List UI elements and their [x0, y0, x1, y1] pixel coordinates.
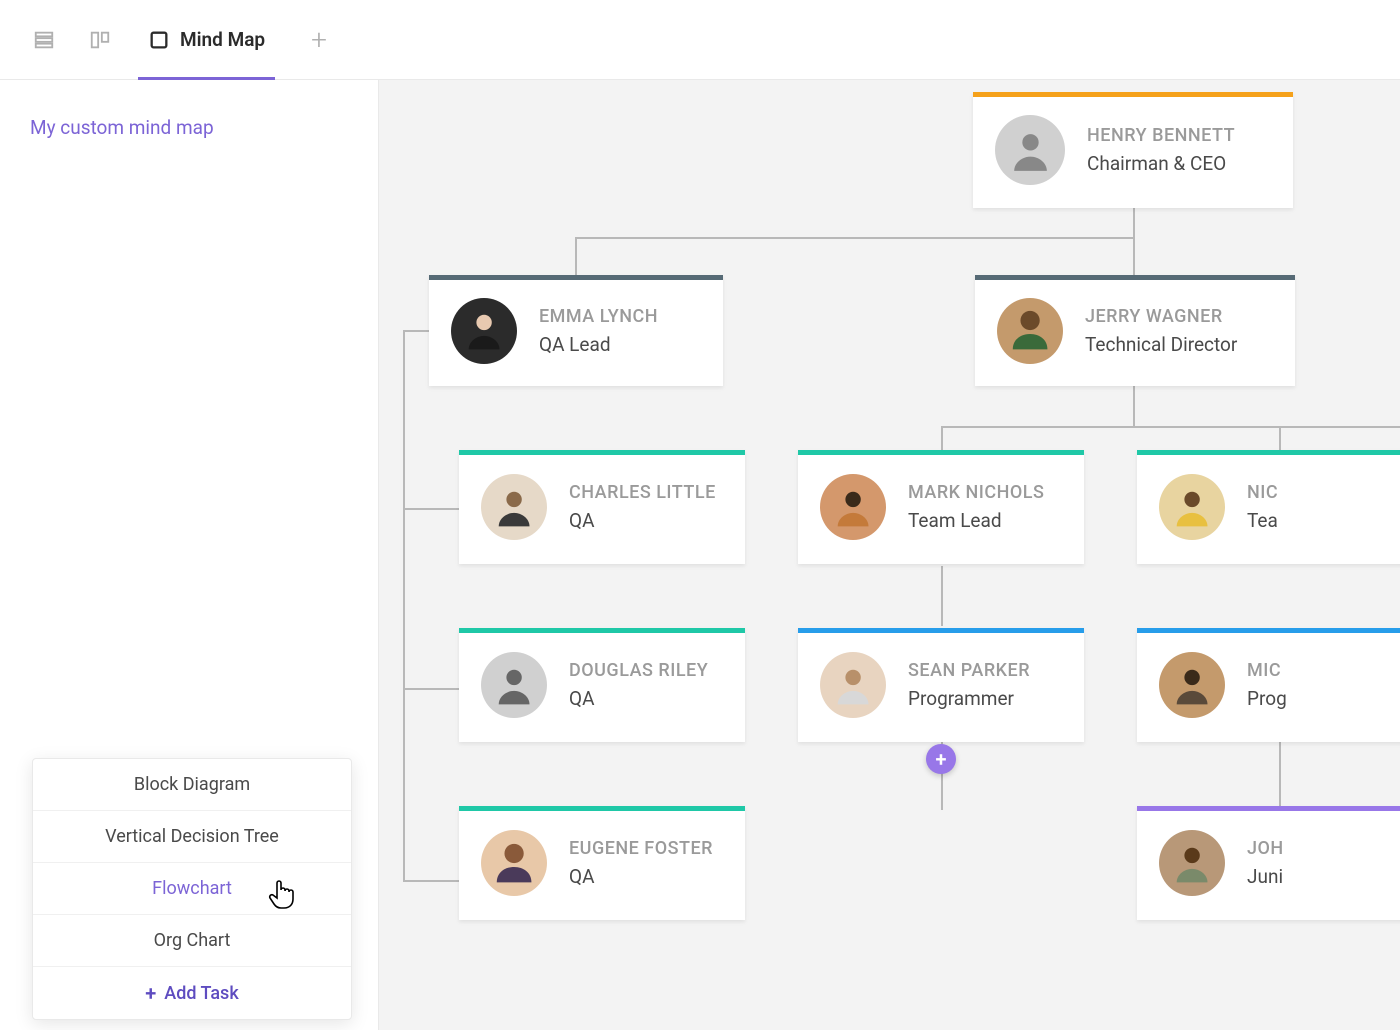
person-name: MIC — [1247, 660, 1287, 681]
org-card-qa-3[interactable]: EUGENE FOSTER QA — [459, 806, 745, 920]
person-role: Programmer — [908, 687, 1030, 710]
list-view-icon[interactable] — [30, 26, 58, 54]
card-accent — [459, 806, 745, 811]
person-name: HENRY BENNETT — [1087, 125, 1235, 146]
person-name: EMMA LYNCH — [539, 306, 658, 327]
add-tab-button[interactable]: + — [311, 23, 327, 56]
avatar — [1159, 474, 1225, 540]
board-view-icon[interactable] — [86, 26, 114, 54]
connector — [403, 330, 431, 332]
connector — [941, 426, 1400, 428]
card-accent — [459, 628, 745, 633]
avatar — [481, 474, 547, 540]
card-accent — [429, 275, 723, 280]
connector — [575, 237, 577, 275]
avatar — [820, 474, 886, 540]
person-role: Prog — [1247, 687, 1287, 710]
person-name: SEAN PARKER — [908, 660, 1030, 681]
org-chart-canvas[interactable]: HENRY BENNETT Chairman & CEO EMMA LYNCH … — [379, 80, 1400, 1030]
card-text: CHARLES LITTLE QA — [569, 482, 716, 532]
connector — [403, 880, 461, 882]
org-card-team-lead-2[interactable]: NIC Tea — [1137, 450, 1400, 564]
card-text: MIC Prog — [1247, 660, 1287, 710]
person-name: JERRY WAGNER — [1085, 306, 1237, 327]
avatar — [451, 298, 517, 364]
avatar — [820, 652, 886, 718]
person-role: QA — [569, 509, 716, 532]
plus-icon: + — [145, 981, 156, 1005]
avatar — [481, 652, 547, 718]
person-name: EUGENE FOSTER — [569, 838, 713, 859]
connector — [1133, 206, 1135, 239]
connector — [403, 688, 461, 690]
card-accent — [975, 275, 1295, 280]
connector — [941, 426, 943, 452]
card-text: HENRY BENNETT Chairman & CEO — [1087, 125, 1235, 175]
menu-item-flowchart[interactable]: Flowchart — [33, 863, 351, 915]
person-role: Team Lead — [908, 509, 1044, 532]
card-accent — [459, 450, 745, 455]
person-role: Tea — [1247, 509, 1278, 532]
card-text: MARK NICHOLS Team Lead — [908, 482, 1044, 532]
tab-label: Mind Map — [180, 28, 265, 51]
person-name: JOH — [1247, 838, 1284, 859]
tab-mindmap[interactable]: Mind Map — [142, 0, 271, 80]
topbar: Mind Map + — [0, 0, 1400, 80]
person-name: CHARLES LITTLE — [569, 482, 716, 503]
card-text: JERRY WAGNER Technical Director — [1085, 306, 1237, 356]
org-card-qa-1[interactable]: CHARLES LITTLE QA — [459, 450, 745, 564]
avatar — [481, 830, 547, 896]
card-text: EMMA LYNCH QA Lead — [539, 306, 658, 356]
person-name: NIC — [1247, 482, 1278, 503]
add-task-button[interactable]: + Add Task — [33, 967, 351, 1019]
org-card-tech-director[interactable]: JERRY WAGNER Technical Director — [975, 275, 1295, 386]
connector — [403, 330, 405, 882]
card-accent — [798, 450, 1084, 455]
card-accent — [973, 92, 1293, 97]
org-card-qa-lead[interactable]: EMMA LYNCH QA Lead — [429, 275, 723, 386]
menu-item-block-diagram[interactable]: Block Diagram — [33, 759, 351, 811]
connector — [575, 237, 1135, 239]
org-card-qa-2[interactable]: DOUGLAS RILEY QA — [459, 628, 745, 742]
add-node-button[interactable]: + — [926, 744, 956, 774]
page-title: My custom mind map — [30, 116, 348, 139]
avatar — [997, 298, 1063, 364]
add-task-label: Add Task — [164, 983, 238, 1004]
task-menu-popup: Block Diagram Vertical Decision Tree Flo… — [32, 758, 352, 1020]
card-accent — [798, 628, 1084, 633]
card-text: JOH Juni — [1247, 838, 1284, 888]
connector — [1279, 426, 1281, 452]
connector — [1133, 237, 1135, 275]
card-text: SEAN PARKER Programmer — [908, 660, 1030, 710]
card-text: DOUGLAS RILEY QA — [569, 660, 708, 710]
connector — [403, 508, 461, 510]
org-card-ceo[interactable]: HENRY BENNETT Chairman & CEO — [973, 92, 1293, 208]
avatar — [1159, 830, 1225, 896]
person-role: QA — [569, 687, 708, 710]
person-name: MARK NICHOLS — [908, 482, 1044, 503]
card-text: NIC Tea — [1247, 482, 1278, 532]
connector — [1133, 386, 1135, 428]
avatar — [1159, 652, 1225, 718]
org-card-programmer-2[interactable]: MIC Prog — [1137, 628, 1400, 742]
card-accent — [1137, 450, 1400, 455]
sidebar: My custom mind map Block Diagram Vertica… — [0, 80, 379, 1030]
person-role: QA Lead — [539, 333, 658, 356]
connector — [941, 566, 943, 626]
org-card-team-lead[interactable]: MARK NICHOLS Team Lead — [798, 450, 1084, 564]
menu-item-vertical-decision-tree[interactable]: Vertical Decision Tree — [33, 811, 351, 863]
card-accent — [1137, 628, 1400, 633]
card-accent — [1137, 806, 1400, 811]
org-card-programmer[interactable]: SEAN PARKER Programmer — [798, 628, 1084, 742]
org-card-junior[interactable]: JOH Juni — [1137, 806, 1400, 920]
person-role: Juni — [1247, 865, 1284, 888]
person-name: DOUGLAS RILEY — [569, 660, 708, 681]
connector — [1279, 740, 1281, 810]
person-role: Technical Director — [1085, 333, 1237, 356]
person-role: Chairman & CEO — [1087, 152, 1235, 175]
card-text: EUGENE FOSTER QA — [569, 838, 713, 888]
person-role: QA — [569, 865, 713, 888]
avatar — [995, 115, 1065, 185]
menu-item-org-chart[interactable]: Org Chart — [33, 915, 351, 967]
